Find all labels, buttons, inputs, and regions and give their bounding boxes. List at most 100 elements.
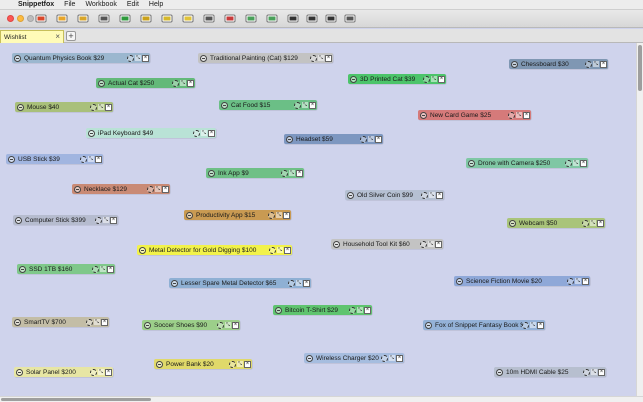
close-icon[interactable]: ×: [95, 155, 102, 163]
gear-icon[interactable]: [172, 79, 179, 87]
snippet-note[interactable]: Mouse $40 ⤡ ×: [15, 102, 113, 112]
zoom-window-button[interactable]: [27, 15, 34, 22]
app-name-menu[interactable]: Snippetfox: [18, 1, 54, 8]
snippet-note[interactable]: USB Stick $39 ⤡ ×: [6, 154, 103, 164]
gear-icon[interactable]: [92, 265, 99, 273]
text-button[interactable]: [305, 12, 319, 25]
close-icon[interactable]: ×: [303, 279, 310, 287]
collapse-icon[interactable]: [17, 103, 24, 111]
snippet-note[interactable]: SSD 1TB $160 ⤡ ×: [17, 264, 115, 274]
close-icon[interactable]: ×: [436, 191, 443, 199]
close-icon[interactable]: ×: [364, 306, 371, 314]
vertical-scroll-thumb[interactable]: [638, 45, 642, 91]
snippet-note[interactable]: Necklace $129 ⤡ ×: [72, 184, 170, 194]
close-icon[interactable]: ×: [598, 368, 605, 376]
snippet-note[interactable]: Household Tool Kit $60 ⤡ ×: [331, 239, 443, 249]
close-icon[interactable]: ×: [580, 159, 587, 167]
collapse-icon[interactable]: [496, 368, 503, 376]
gear-icon[interactable]: [268, 211, 275, 219]
resize-icon[interactable]: ⤡: [201, 130, 207, 136]
gear-icon[interactable]: [421, 191, 428, 199]
collapse-icon[interactable]: [333, 240, 340, 248]
gear-icon[interactable]: [582, 219, 589, 227]
close-icon[interactable]: ×: [375, 135, 382, 143]
resize-icon[interactable]: ⤡: [302, 102, 308, 108]
collapse-icon[interactable]: [306, 354, 313, 362]
close-icon[interactable]: ×: [537, 321, 544, 329]
snippet-note[interactable]: iPad Keyboard $49 ⤡ ×: [86, 128, 216, 138]
gear-icon[interactable]: [585, 60, 592, 68]
close-icon[interactable]: ×: [438, 75, 445, 83]
gear-icon[interactable]: [420, 240, 427, 248]
snippet-note[interactable]: New Card Game $25 ⤡ ×: [418, 110, 531, 120]
vertical-scrollbar[interactable]: [636, 43, 643, 396]
collapse-icon[interactable]: [186, 211, 193, 219]
resize-icon[interactable]: ⤡: [368, 136, 374, 142]
close-icon[interactable]: ×: [105, 103, 112, 111]
collapse-icon[interactable]: [511, 60, 518, 68]
collapse-icon[interactable]: [98, 79, 105, 87]
snippet-note[interactable]: Old Silver Coin $99 ⤡ ×: [345, 190, 444, 200]
snippet-note[interactable]: Soccer Shoes $90 ⤡ ×: [142, 320, 240, 330]
collapse-icon[interactable]: [156, 360, 163, 368]
resize-icon[interactable]: ⤡: [428, 241, 434, 247]
close-icon[interactable]: ×: [244, 360, 251, 368]
snippet-note[interactable]: Actual Cat $250 ⤡ ×: [96, 78, 195, 88]
resize-icon[interactable]: ⤡: [289, 170, 295, 176]
gear-icon[interactable]: [349, 306, 356, 314]
snippet-canvas[interactable]: Quantum Physics Book $29 ⤡ × Traditional Pa…: [0, 43, 636, 396]
gear-icon[interactable]: [217, 321, 224, 329]
close-icon[interactable]: ×: [107, 265, 114, 273]
resize-icon[interactable]: ⤡: [389, 355, 395, 361]
gear-icon[interactable]: [281, 169, 288, 177]
snippet-note[interactable]: Traditional Painting (Cat) $129 ⤡ ×: [198, 53, 333, 63]
color-button[interactable]: [118, 12, 132, 25]
close-icon[interactable]: ×: [110, 216, 117, 224]
close-icon[interactable]: ×: [597, 219, 604, 227]
collapse-icon[interactable]: [286, 135, 293, 143]
stamp-button[interactable]: [202, 12, 216, 25]
fit-button[interactable]: [324, 12, 338, 25]
snippet-note[interactable]: Cat Food $15 ⤡ ×: [219, 100, 317, 110]
snippet-note[interactable]: Wireless Charger $20 ⤡ ×: [304, 353, 404, 363]
menu-edit[interactable]: Edit: [127, 1, 139, 8]
collapse-icon[interactable]: [19, 265, 26, 273]
close-icon[interactable]: ×: [309, 101, 316, 109]
gear-icon[interactable]: [90, 103, 97, 111]
snippet-note[interactable]: SmartTV $700 ⤡ ×: [12, 317, 109, 327]
collapse-icon[interactable]: [8, 155, 15, 163]
collapse-icon[interactable]: [171, 279, 178, 287]
close-icon[interactable]: ×: [396, 354, 403, 362]
close-icon[interactable]: ×: [523, 111, 530, 119]
snippet-note[interactable]: Quantum Physics Book $29 ⤡ ×: [12, 53, 150, 63]
resize-icon[interactable]: ⤡: [318, 55, 324, 61]
collapse-icon[interactable]: [144, 321, 151, 329]
minimize-window-button[interactable]: [17, 15, 24, 22]
collapse-icon[interactable]: [509, 219, 516, 227]
resize-icon[interactable]: ⤡: [103, 217, 109, 223]
close-icon[interactable]: ×: [284, 246, 291, 254]
collapse-icon[interactable]: [347, 191, 354, 199]
collapse-icon[interactable]: [88, 129, 95, 137]
collapse-icon[interactable]: [275, 306, 282, 314]
gear-icon[interactable]: [294, 101, 301, 109]
gear-icon[interactable]: [193, 129, 200, 137]
resize-icon[interactable]: ⤡: [276, 212, 282, 218]
menu-help[interactable]: Help: [149, 1, 163, 8]
collapse-icon[interactable]: [15, 216, 22, 224]
collapse-icon[interactable]: [14, 54, 21, 62]
resize-icon[interactable]: ⤡: [431, 76, 437, 82]
snippet-note[interactable]: Computer Stick $399 ⤡ ×: [13, 215, 118, 225]
tab-wishlist[interactable]: Wishlist ×: [0, 30, 64, 43]
snippet-note[interactable]: Webcam $50 ⤡ ×: [507, 218, 605, 228]
horizontal-scrollbar[interactable]: [0, 396, 643, 402]
collapse-icon[interactable]: [456, 277, 463, 285]
snippet-note[interactable]: Science Fiction Movie $20 ⤡ ×: [454, 276, 590, 286]
snippet-note[interactable]: Metal Detector for Gold Digging $100 ⤡ ×: [137, 245, 292, 255]
resize-icon[interactable]: ⤡: [573, 160, 579, 166]
folder-button[interactable]: [76, 12, 90, 25]
gear-icon[interactable]: [508, 111, 515, 119]
resize-icon[interactable]: ⤡: [94, 319, 100, 325]
close-icon[interactable]: ×: [600, 60, 607, 68]
snippet-note[interactable]: Lesser Spare Metal Detector $65 ⤡ ×: [169, 278, 311, 288]
